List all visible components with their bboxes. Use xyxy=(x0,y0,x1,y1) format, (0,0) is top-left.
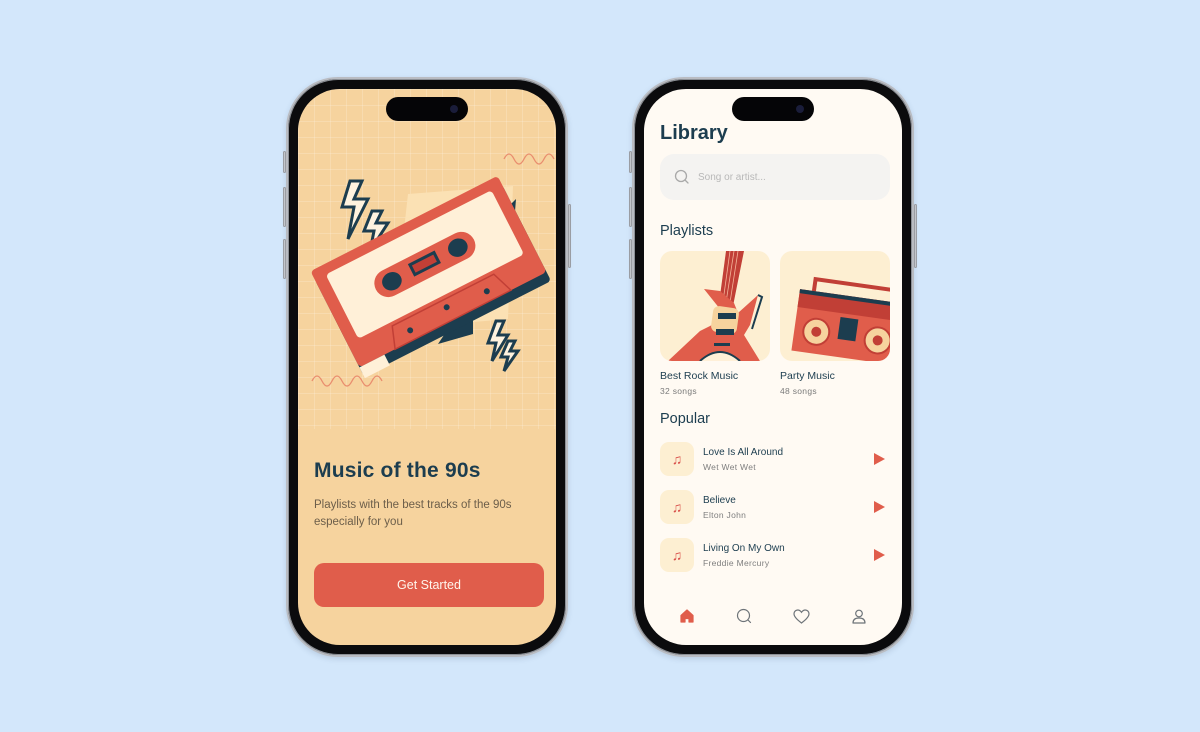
playlist-name: Party Music xyxy=(780,370,835,382)
search-input[interactable] xyxy=(698,171,868,183)
power-button xyxy=(568,204,571,268)
tab-favorites[interactable] xyxy=(791,605,813,627)
playlist-name: Best Rock Music xyxy=(660,370,739,382)
music-note-icon: ♫ xyxy=(660,490,694,524)
track-row[interactable]: ♫ Living On My Own Freddie Mercury xyxy=(660,537,886,573)
track-artist: Freddie Mercury xyxy=(703,557,770,568)
playlist-card[interactable]: Best Rock Music 32 songs xyxy=(660,251,770,396)
tab-home[interactable] xyxy=(676,605,698,627)
play-icon xyxy=(874,453,885,465)
playlist-card[interactable]: Party Music 48 songs xyxy=(780,251,890,396)
popular-heading: Popular xyxy=(660,411,710,427)
power-button xyxy=(914,204,917,268)
search-bar[interactable] xyxy=(660,154,890,200)
boombox-illustration xyxy=(791,276,890,361)
search-icon xyxy=(674,169,689,184)
action-button xyxy=(283,151,286,173)
track-row[interactable]: ♫ Love Is All Around Wet Wet Wet xyxy=(660,441,886,477)
get-started-button[interactable]: Get Started xyxy=(314,563,544,607)
phone-library: Library Playlists xyxy=(629,77,917,657)
track-title: Love Is All Around xyxy=(703,446,784,458)
play-button[interactable] xyxy=(872,500,886,514)
onboarding-subtitle: Playlists with the best tracks of the 90… xyxy=(314,499,512,528)
volume-up-button xyxy=(629,187,632,227)
play-icon xyxy=(874,549,885,561)
track-artist: Elton John xyxy=(703,509,747,520)
playlist-count: 48 songs xyxy=(780,386,817,396)
tab-search[interactable] xyxy=(733,605,755,627)
play-button[interactable] xyxy=(872,548,886,562)
search-icon xyxy=(737,608,752,624)
onboarding-screen: Music of the 90s Playlists with the best… xyxy=(298,89,556,645)
dynamic-island xyxy=(386,97,468,121)
play-icon xyxy=(874,501,885,513)
lightning-bolt-bottom xyxy=(485,319,521,372)
squiggle-top xyxy=(503,153,555,165)
tab-bar xyxy=(644,601,902,631)
cassette-tape-illustration xyxy=(311,153,555,387)
heart-icon xyxy=(793,608,810,624)
home-icon xyxy=(680,609,694,623)
volume-down-button xyxy=(629,239,632,279)
onboarding-title: Music of the 90s xyxy=(314,459,481,482)
track-title: Believe xyxy=(703,494,736,506)
user-icon xyxy=(852,609,866,624)
volume-up-button xyxy=(283,187,286,227)
playlist-art xyxy=(780,251,890,361)
library-screen: Library Playlists xyxy=(644,89,902,645)
track-artist: Wet Wet Wet xyxy=(703,461,756,472)
squiggle-bottom xyxy=(311,375,383,387)
volume-down-button xyxy=(283,239,286,279)
playlist-count: 32 songs xyxy=(660,386,697,396)
page-title: Library xyxy=(660,122,728,144)
dynamic-island xyxy=(732,97,814,121)
action-button xyxy=(629,151,632,173)
music-note-icon: ♫ xyxy=(660,442,694,476)
phone-onboarding: Music of the 90s Playlists with the best… xyxy=(283,77,571,657)
playlist-art xyxy=(660,251,770,361)
music-note-icon: ♫ xyxy=(660,538,694,572)
guitar-illustration xyxy=(668,251,764,361)
play-button[interactable] xyxy=(872,452,886,466)
track-title: Living On My Own xyxy=(703,542,785,554)
playlists-heading: Playlists xyxy=(660,223,714,239)
tab-profile[interactable] xyxy=(848,605,870,627)
track-row[interactable]: ♫ Believe Elton John xyxy=(660,489,886,525)
